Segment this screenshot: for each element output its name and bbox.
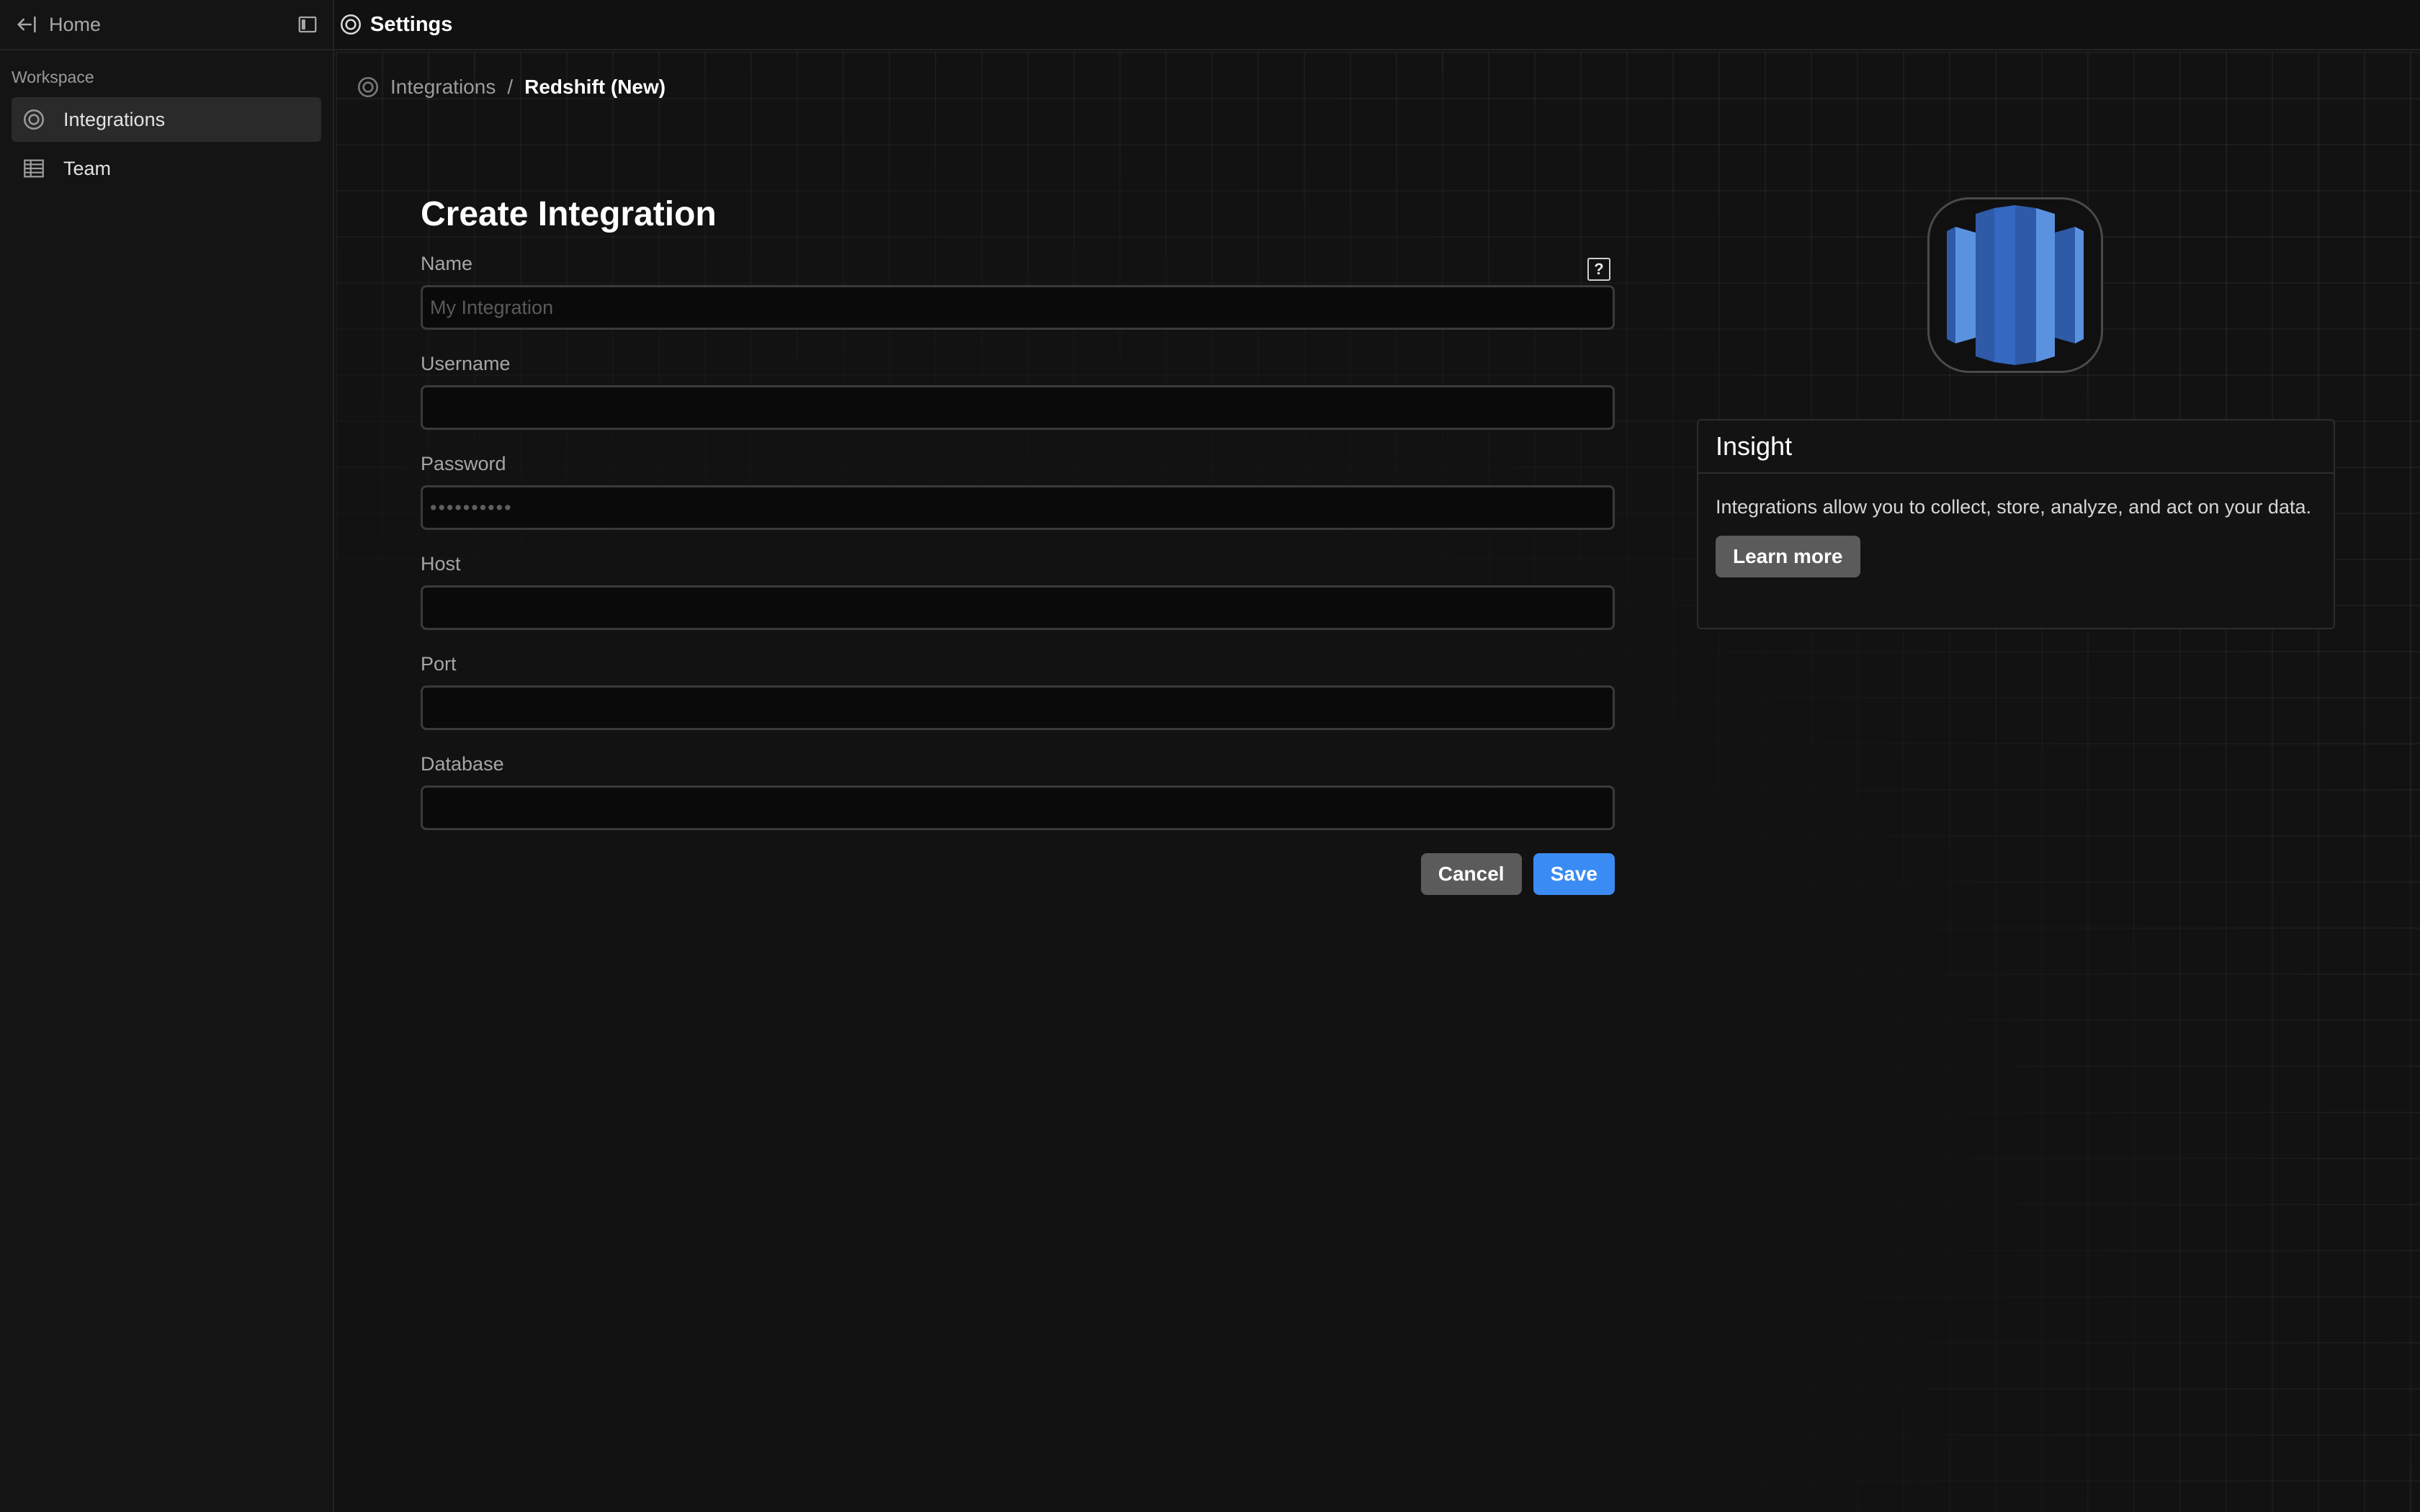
learn-more-button[interactable]: Learn more (1716, 536, 1860, 577)
password-field[interactable] (421, 485, 1615, 530)
settings-icon (340, 14, 362, 35)
sidebar-item-integrations[interactable]: Integrations (12, 97, 321, 142)
help-icon[interactable]: ? (1587, 257, 1610, 281)
create-integration-form: Create Integration Name ? Username Passw… (421, 194, 1615, 895)
save-button[interactable]: Save (1533, 853, 1615, 895)
username-field[interactable] (421, 385, 1615, 430)
home-link[interactable]: Home (14, 12, 101, 37)
host-label: Host (421, 553, 461, 575)
name-label-row: Name ? (421, 253, 1615, 285)
insight-title: Insight (1698, 420, 2334, 474)
username-label: Username (421, 353, 511, 374)
redshift-logo (1927, 197, 2103, 373)
breadcrumb-current: Redshift (New) (524, 76, 666, 98)
sidebar-item-label: Team (63, 157, 112, 179)
sidebar-toggle-icon[interactable] (297, 14, 318, 35)
top-header: Settings (334, 0, 2420, 50)
main-content: Integrations / Redshift (New) Create Int… (336, 52, 2420, 1512)
sidebar: Home Workspace Integrations Team (0, 0, 334, 1512)
name-label: Name (421, 253, 473, 274)
back-arrow-icon (17, 16, 36, 33)
port-field[interactable] (421, 685, 1615, 730)
breadcrumb-parent-link[interactable]: Integrations (390, 76, 496, 99)
sidebar-item-team[interactable]: Team (12, 146, 321, 191)
integrations-icon (357, 76, 379, 98)
port-label: Port (421, 653, 457, 675)
integrations-icon (23, 109, 45, 130)
insight-text: Integrations allow you to collect, store… (1716, 496, 2311, 518)
breadcrumb: Integrations / Redshift (New) (356, 75, 666, 99)
form-actions: Cancel Save (421, 853, 1615, 895)
database-label: Database (421, 753, 504, 775)
app: Home Workspace Integrations Team Setting… (0, 0, 2420, 1512)
sidebar-header: Home (0, 0, 333, 50)
page-title: Create Integration (421, 195, 717, 233)
password-label: Password (421, 453, 506, 474)
cancel-button[interactable]: Cancel (1420, 853, 1522, 895)
page-header-title: Settings (370, 12, 453, 36)
redshift-logo-icon (1947, 205, 2084, 365)
insight-card: Insight Integrations allow you to collec… (1697, 419, 2335, 629)
database-field[interactable] (421, 786, 1615, 830)
home-link-label: Home (49, 13, 102, 35)
insight-body: Integrations allow you to collect, store… (1698, 474, 2334, 577)
sidebar-section-label: Workspace (12, 68, 94, 86)
team-icon (24, 159, 44, 178)
host-field[interactable] (421, 585, 1615, 630)
sidebar-item-label: Integrations (63, 108, 166, 130)
name-field[interactable] (421, 285, 1615, 330)
breadcrumb-separator: / (507, 76, 514, 98)
